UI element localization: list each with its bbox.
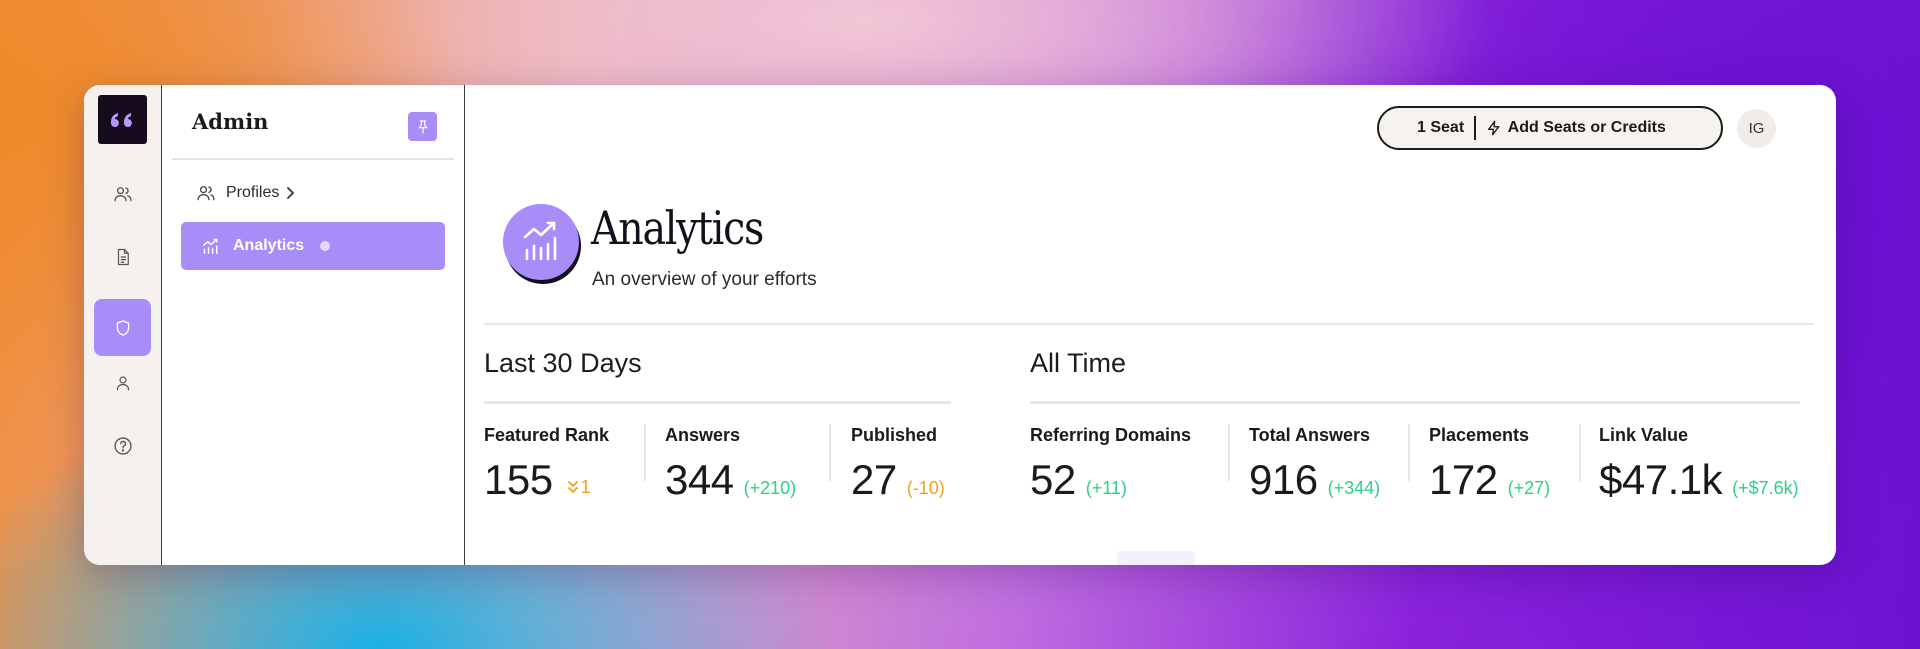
stat-delta: (+344) [1327, 478, 1381, 498]
stat-featured-rank: Featured Rank 155 1 [484, 425, 609, 504]
users-icon [113, 186, 132, 201]
section-title-last-30-days: Last 30 Days [484, 348, 642, 378]
add-seats-label: Add Seats or Credits [1507, 119, 1666, 136]
chevron-right-icon [287, 187, 295, 199]
document-icon [117, 248, 129, 265]
stat-delta: 1 [567, 477, 591, 498]
analytics-hero-icon [503, 204, 581, 284]
stat-value: 155 [484, 456, 553, 503]
page-subtitle: An overview of your efforts [592, 269, 817, 290]
stat-value: 172 [1429, 456, 1498, 503]
stat-value: $47.1k [1599, 456, 1723, 503]
rail-help-button[interactable] [94, 417, 151, 474]
section-underline [1030, 401, 1800, 404]
section-underline [484, 401, 951, 404]
app-logo[interactable] [98, 95, 147, 144]
stat-divider [1408, 424, 1410, 481]
pin-panel-button[interactable] [408, 112, 437, 141]
seat-count: 1 Seat [1417, 119, 1465, 136]
rail-account-button[interactable] [94, 354, 151, 411]
stat-divider [1579, 424, 1581, 481]
avatar[interactable]: IG [1737, 109, 1776, 148]
shield-icon [116, 319, 129, 336]
stat-placements: Placements 172 (+27) [1429, 425, 1550, 504]
nav-item-label: Analytics [233, 237, 305, 254]
users-icon [197, 186, 215, 201]
stat-divider [1228, 424, 1230, 481]
admin-panel: Admin Profiles Analytics [162, 85, 465, 565]
pill-divider [1474, 116, 1476, 140]
page-title: Analytics [591, 201, 764, 255]
stat-label: Answers [665, 425, 741, 445]
active-indicator-dot [320, 241, 331, 251]
stat-label: Link Value [1599, 425, 1689, 445]
rail-admin-button[interactable] [94, 299, 151, 356]
nav-item-analytics[interactable]: Analytics [181, 222, 445, 270]
stat-link-value: Link Value $47.1k (+$7.6k) [1599, 425, 1799, 504]
pin-icon [418, 119, 427, 134]
stat-answers: Answers 344 (+210) [665, 425, 796, 504]
icon-rail [84, 85, 162, 565]
analytics-chart-icon [202, 238, 218, 255]
stat-delta: (-10) [906, 478, 945, 498]
stat-divider [644, 424, 646, 481]
double-chevron-down-icon [567, 481, 578, 493]
panel-divider [172, 158, 454, 160]
stat-value: 52 [1030, 456, 1076, 503]
stat-delta-value: 1 [580, 476, 591, 497]
stat-label: Featured Rank [484, 425, 610, 445]
stat-delta: (+$7.6k) [1732, 478, 1799, 498]
nav-item-profiles[interactable]: Profiles [196, 181, 295, 205]
stat-delta: (+210) [743, 478, 797, 498]
stat-value: 916 [1249, 456, 1318, 503]
stat-delta: (+11) [1085, 478, 1127, 498]
scroll-handle[interactable] [1117, 551, 1195, 565]
app-window: Admin Profiles Analytics 1 Seat Add Seat… [84, 85, 1836, 565]
stat-value: 344 [665, 456, 734, 503]
add-seats-button[interactable]: Add Seats or Credits [1486, 118, 1666, 138]
header-divider [484, 323, 1814, 325]
main-content: 1 Seat Add Seats or Credits IG Analytics… [465, 85, 1836, 565]
stat-total-answers: Total Answers 916 (+344) [1249, 425, 1380, 504]
seats-credits-pill[interactable]: 1 Seat Add Seats or Credits [1377, 106, 1723, 150]
panel-title: Admin [192, 109, 269, 134]
stat-referring-domains: Referring Domains 52 (+11) [1030, 425, 1191, 504]
stat-label: Placements [1429, 425, 1530, 445]
quote-logo-icon [110, 112, 132, 127]
nav-item-label: Profiles [226, 184, 280, 201]
stat-divider [829, 424, 831, 481]
user-icon [116, 375, 129, 390]
lightning-icon [1487, 120, 1499, 136]
stat-label: Total Answers [1249, 425, 1371, 445]
rail-documents-button[interactable] [94, 228, 151, 285]
stat-published: Published 27 (-10) [851, 425, 945, 504]
section-title-all-time: All Time [1030, 348, 1127, 378]
stat-label: Referring Domains [1030, 425, 1192, 445]
stat-delta: (+27) [1507, 478, 1551, 498]
stat-value: 27 [851, 456, 897, 503]
rail-users-button[interactable] [94, 165, 151, 222]
stat-label: Published [851, 425, 938, 445]
help-icon [113, 436, 132, 455]
